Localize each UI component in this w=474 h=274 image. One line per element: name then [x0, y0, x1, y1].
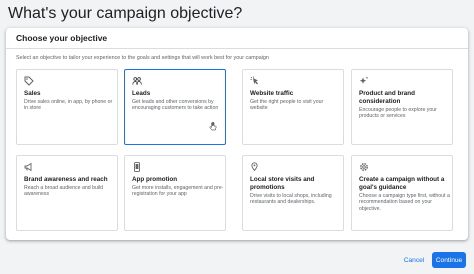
- objective-description: Reach a broad audience and build awarene…: [24, 185, 104, 198]
- objective-description: Get more installs, engagement and pre-re…: [132, 185, 224, 198]
- objective-panel: Choose your objective Select an objectiv…: [6, 28, 468, 240]
- objective-description: Choose a campaign type first, without a …: [359, 193, 450, 212]
- objective-title: App promotion: [132, 176, 178, 183]
- objective-title: Create a campaign without a goal's guida…: [359, 176, 445, 191]
- objective-title: Leads: [132, 90, 151, 97]
- objective-card-leads[interactable]: Leads Get leads and other conversions by…: [124, 69, 226, 145]
- objective-description: Encourage people to explore your product…: [359, 107, 437, 120]
- panel-header: Choose your objective: [6, 28, 468, 49]
- sparkle-icon: [359, 76, 369, 86]
- objective-description: Drive sales online, in app, by phone or …: [24, 99, 113, 112]
- people-icon: [132, 76, 142, 86]
- objective-title: Local store visits and promotions: [250, 176, 315, 191]
- objective-card-local-store-visits[interactable]: Local store visits and promotions Drive …: [242, 155, 344, 231]
- cursor-click-icon: [250, 76, 260, 86]
- store-icon: [250, 162, 260, 172]
- objective-title: Product and brand consideration: [359, 90, 415, 105]
- gear-icon: [359, 162, 369, 172]
- objective-card-website-traffic[interactable]: Website traffic Get the right people to …: [242, 69, 344, 145]
- panel-description: Select an objective to tailor your exper…: [16, 55, 269, 61]
- objective-card-no-goal[interactable]: Create a campaign without a goal's guida…: [351, 155, 453, 231]
- hand-cursor-icon: [209, 118, 217, 131]
- objective-description: Get leads and other conversions by encou…: [132, 99, 219, 112]
- objective-description: Get the right people to visit your websi…: [250, 99, 324, 112]
- objective-card-app-promotion[interactable]: App promotion Get more installs, engagem…: [124, 155, 226, 231]
- objective-card-product-brand-consideration[interactable]: Product and brand consideration Encourag…: [351, 69, 453, 145]
- continue-button[interactable]: Continue: [432, 252, 466, 268]
- phone-icon: [132, 162, 142, 172]
- objective-title: Website traffic: [250, 90, 294, 97]
- panel-title: Choose your objective: [16, 33, 108, 43]
- objective-card-brand-awareness[interactable]: Brand awareness and reach Reach a broad …: [16, 155, 118, 231]
- objective-card-sales[interactable]: Sales Drive sales online, in app, by pho…: [16, 69, 118, 145]
- page-title: What's your campaign objective?: [8, 5, 243, 22]
- tag-icon: [24, 76, 34, 86]
- objective-description: Drive visits to local shops, including r…: [250, 193, 332, 206]
- cancel-button[interactable]: Cancel: [398, 252, 430, 268]
- megaphone-icon: [24, 162, 34, 172]
- objective-title: Sales: [24, 90, 41, 97]
- objective-title: Brand awareness and reach: [24, 176, 108, 183]
